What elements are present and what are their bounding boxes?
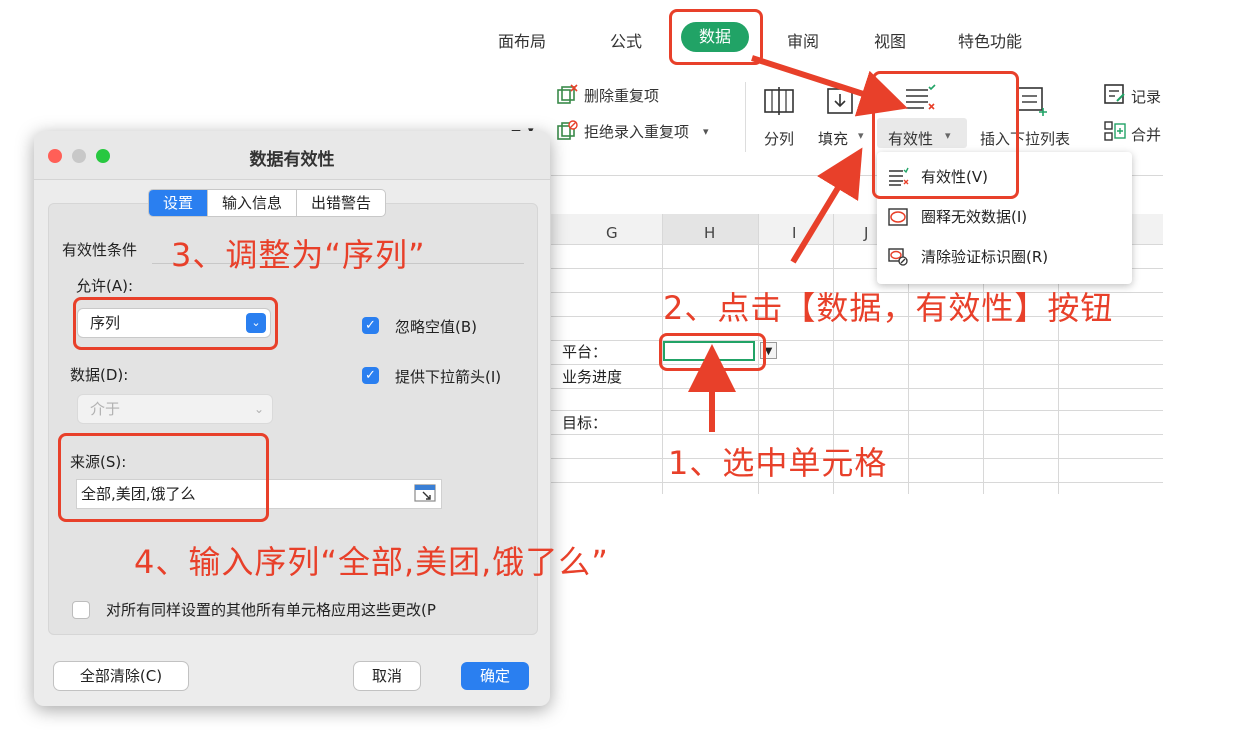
annotation-step3: 3、调整为“序列” <box>171 236 426 274</box>
annotation-step4: 4、输入序列“全部,美团,饿了么” <box>134 543 609 581</box>
arrow-to-validity-menu <box>790 147 863 264</box>
annotation-step2: 2、点击【数据，有效性】按钮 <box>663 289 1114 327</box>
annotation-step1: 1、选中单元格 <box>668 444 888 482</box>
annotation-arrows <box>688 55 908 432</box>
arrow-data-to-validity <box>751 55 908 117</box>
